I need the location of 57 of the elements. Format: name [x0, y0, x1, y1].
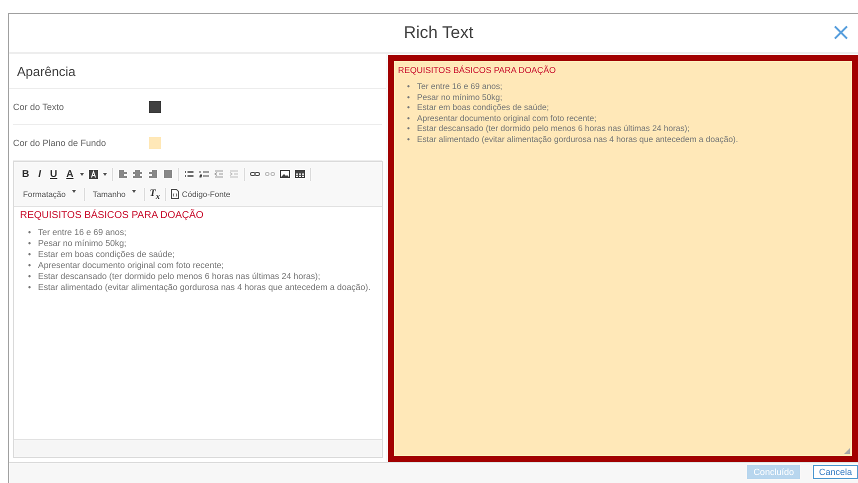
background-color-icon[interactable] — [89, 170, 98, 178]
bullet: • — [28, 282, 32, 293]
resize-grip-icon[interactable] — [844, 448, 850, 454]
content-heading: REQUISITOS BÁSICOS PARA DOAÇÃO — [398, 65, 557, 75]
bullet: • — [407, 112, 411, 123]
list-item: Ter entre 16 e 69 anos; — [417, 81, 502, 92]
bullet: • — [28, 249, 32, 260]
list-item: Estar descansado (ter dormido pelo menos 6 horas nas últimas 24 horas); — [417, 123, 690, 134]
bullet: • — [407, 134, 411, 144]
image-icon[interactable] — [280, 170, 290, 178]
format-button[interactable]: I — [36, 168, 44, 180]
align-left-icon[interactable] — [118, 170, 128, 178]
list-item: Estar em boas condições de saúde; — [417, 102, 549, 112]
panel-title: Aparência — [9, 54, 386, 89]
bullet: • — [407, 102, 411, 112]
setting-label: Cor do Plano de Fundo — [13, 138, 108, 148]
list-item: Pesar no mínimo 50kg; — [417, 92, 502, 102]
list-item: Apresentar documento original com foto recente; — [38, 260, 224, 271]
list-item: Estar alimentado (evitar alimentação gordurosa nas 4 horas que antecedem a doação). — [38, 282, 370, 293]
list-item: Estar em boas condições de saúde; — [38, 249, 175, 260]
source-button[interactable]: Código-Fonte — [170, 189, 230, 199]
content-heading: REQUISITOS BÁSICOS PARA DOAÇÃO — [20, 210, 205, 221]
clear-format-button[interactable]: T$_{x}$ — [150, 188, 160, 200]
document-icon — [170, 189, 179, 199]
text-color-button[interactable]: A — [64, 168, 76, 180]
list-item: Ter entre 16 e 69 anos; — [38, 227, 126, 238]
bullet: • — [28, 260, 32, 271]
bullet: • — [407, 123, 411, 134]
color-swatch[interactable] — [149, 100, 161, 112]
outdent-icon[interactable] — [214, 170, 224, 178]
list-item: Estar descansado (ter dormido pelo menos 6 horas nas últimas 24 horas); — [38, 271, 320, 282]
format-button[interactable]: U — [48, 168, 60, 180]
dropdown[interactable]: Tamanho — [90, 190, 139, 198]
align-right-icon[interactable] — [148, 170, 158, 178]
caret-icon[interactable] — [103, 172, 108, 176]
bullet: • — [28, 271, 32, 282]
bullet: • — [407, 81, 411, 92]
bullet: • — [28, 227, 32, 238]
setting-label: Cor do Texto — [13, 102, 65, 112]
numbered-list-icon[interactable] — [199, 170, 210, 178]
caret-icon — [132, 190, 136, 192]
align-justify-icon[interactable] — [163, 170, 174, 178]
dropdown[interactable]: Formatação — [20, 190, 79, 198]
list-item: Estar alimentado (evitar alimentação gordurosa nas 4 horas que antecedem a doação). — [417, 134, 738, 144]
dialog-button[interactable]: Cancela — [812, 465, 858, 479]
format-button[interactable]: B — [20, 168, 32, 180]
bulleted-list-icon[interactable] — [184, 170, 194, 178]
caret-icon[interactable] — [80, 172, 84, 176]
window-title: Rich Text — [404, 23, 474, 43]
bullet: • — [407, 92, 411, 102]
list-item: Apresentar documento original com foto recente; — [417, 112, 596, 123]
align-center-icon[interactable] — [133, 170, 144, 178]
table-icon[interactable] — [295, 170, 306, 178]
bullet: • — [28, 238, 32, 249]
list-item: Pesar no mínimo 50kg; — [38, 238, 126, 249]
link-icon[interactable] — [250, 170, 260, 178]
caret-icon — [72, 190, 76, 192]
